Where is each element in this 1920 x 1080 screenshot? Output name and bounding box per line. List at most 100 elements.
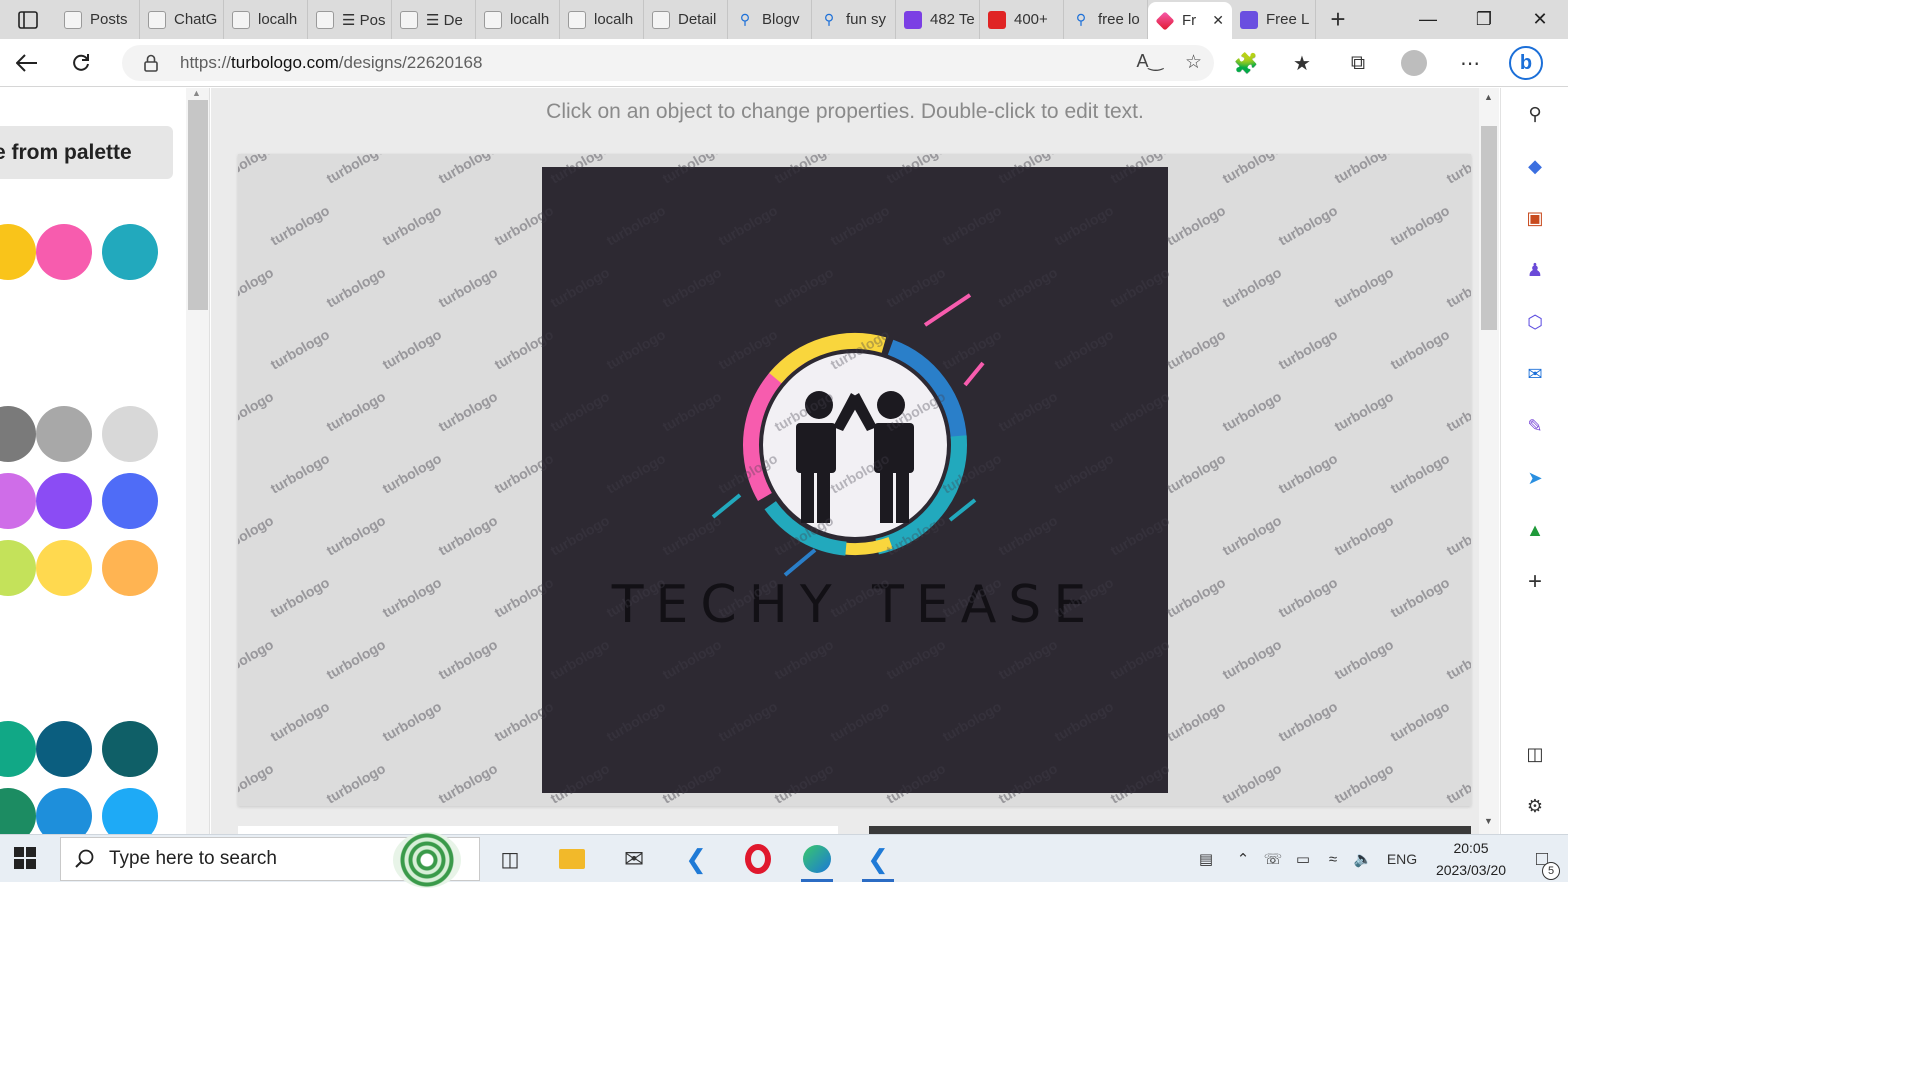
news-widget-icon[interactable]: ▤ <box>1184 850 1228 868</box>
close-window-button[interactable]: ✕ <box>1512 0 1568 39</box>
shopping-tag-icon[interactable]: ◆ <box>1521 152 1549 180</box>
choose-from-palette-button[interactable]: e from palette <box>0 126 173 179</box>
battery-icon[interactable]: ▭ <box>1288 850 1318 868</box>
logo-text[interactable]: TECHY TEASE <box>542 575 1168 635</box>
color-swatch[interactable] <box>36 788 92 834</box>
task-view-icon[interactable]: ◫ <box>484 839 536 879</box>
tab-5[interactable]: ☰ De <box>392 0 476 39</box>
favorites-icon[interactable]: ★ <box>1284 45 1320 81</box>
logo-emblem[interactable] <box>542 167 1168 793</box>
tab-1[interactable]: Posts <box>56 0 140 39</box>
tools-briefcase-icon[interactable]: ▣ <box>1521 204 1549 232</box>
tab-label: fun sy <box>846 11 887 28</box>
tab-10[interactable]: ⚲ fun sy <box>812 0 896 39</box>
close-tab-icon[interactable]: ✕ <box>1212 12 1224 29</box>
tab-11[interactable]: 482 Te <box>896 0 980 39</box>
language-indicator[interactable]: ENG <box>1378 851 1426 867</box>
sidebar-settings-icon[interactable]: ⚙ <box>1521 792 1549 820</box>
tab-15[interactable]: Free L <box>1232 0 1316 39</box>
volume-icon[interactable]: 🔈 <box>1348 850 1378 868</box>
vscode-active-icon[interactable]: ❮ <box>852 839 904 882</box>
next-preview-card-dark[interactable] <box>869 826 1471 834</box>
tab-4[interactable]: ☰ Pos <box>308 0 392 39</box>
left-panel-scrollbar[interactable]: ▲ <box>186 88 210 834</box>
notifications-icon[interactable]: □ 5 <box>1516 848 1568 880</box>
send-icon[interactable]: ➤ <box>1521 464 1549 492</box>
canvas-area[interactable]: turbologo turbologo turbologo turbologo turb… <box>238 154 1471 806</box>
clock[interactable]: 20:05 2023/03/20 <box>1426 837 1516 881</box>
scroll-up-icon[interactable]: ▲ <box>1484 92 1493 102</box>
scrollbar-thumb[interactable] <box>188 100 208 310</box>
color-swatch[interactable] <box>36 224 92 280</box>
network-icon[interactable]: ≈ <box>1318 851 1348 868</box>
bing-icon[interactable]: b <box>1508 45 1544 81</box>
show-hidden-icons[interactable]: ⌃ <box>1228 850 1258 868</box>
tree-icon[interactable]: ▲ <box>1521 516 1549 544</box>
url-field[interactable]: https://turbologo.com/designs/22620168 A… <box>122 45 1214 81</box>
sidebar-search-icon[interactable]: ⚲ <box>1521 100 1549 128</box>
color-swatch[interactable] <box>102 224 158 280</box>
minimize-button[interactable]: — <box>1400 0 1456 39</box>
next-preview-card[interactable] <box>238 826 838 834</box>
tab-9[interactable]: ⚲ Blogv <box>728 0 812 39</box>
color-swatch[interactable] <box>102 788 158 834</box>
taskbar-search-box[interactable]: Type here to search <box>60 832 480 888</box>
color-swatch[interactable] <box>36 721 92 777</box>
settings-more-icon[interactable]: ⋯ <box>1452 45 1488 81</box>
new-tab-button[interactable]: + <box>1316 0 1360 39</box>
edge-icon[interactable] <box>791 839 843 882</box>
search-icon: ⚲ <box>739 11 751 27</box>
add-favorite-icon[interactable]: ☆ <box>1185 51 1202 74</box>
back-button[interactable] <box>0 39 54 87</box>
outlook-icon[interactable]: ✉ <box>1521 360 1549 388</box>
tab-2[interactable]: ChatG <box>140 0 224 39</box>
read-aloud-icon[interactable]: A‿ <box>1136 51 1162 74</box>
vscode-icon[interactable]: ❮ <box>670 839 722 879</box>
collections-icon[interactable]: ⧉ <box>1340 45 1376 81</box>
restore-button[interactable]: ❐ <box>1456 0 1512 39</box>
color-swatch[interactable] <box>0 473 36 529</box>
color-swatch[interactable] <box>0 721 36 777</box>
image-creator-icon[interactable]: ✎ <box>1521 412 1549 440</box>
color-swatch[interactable] <box>102 406 158 462</box>
refresh-button[interactable] <box>54 39 108 87</box>
scroll-up-icon[interactable]: ▲ <box>192 88 201 98</box>
lock-icon[interactable] <box>122 54 180 72</box>
tab-14[interactable]: Fr ✕ <box>1148 2 1232 39</box>
watermark-text: turbologo <box>324 264 389 311</box>
color-swatch[interactable] <box>0 224 36 280</box>
tab-13[interactable]: ⚲ free lo <box>1064 0 1148 39</box>
scroll-down-icon[interactable]: ▼ <box>1484 816 1493 826</box>
tab-6[interactable]: localh <box>476 0 560 39</box>
color-swatch[interactable] <box>0 406 36 462</box>
file-explorer-icon[interactable] <box>546 839 598 879</box>
add-sidebar-app-icon[interactable]: + <box>1521 568 1549 596</box>
logo-design-canvas[interactable]: TECHY TEASE <box>542 167 1168 793</box>
tab-actions-button[interactable] <box>0 0 56 39</box>
color-swatch[interactable] <box>36 473 92 529</box>
color-swatch[interactable] <box>0 788 36 834</box>
microsoft365-icon[interactable]: ⬡ <box>1521 308 1549 336</box>
extensions-icon[interactable]: 🧩 <box>1228 45 1264 81</box>
tab-7[interactable]: localh <box>560 0 644 39</box>
color-swatch[interactable] <box>36 540 92 596</box>
tab-12[interactable]: 400+ <box>980 0 1064 39</box>
color-swatch[interactable] <box>36 406 92 462</box>
sidebar-toggle-icon[interactable]: ◫ <box>1521 740 1549 768</box>
color-swatch[interactable] <box>102 473 158 529</box>
tab-3[interactable]: localh <box>224 0 308 39</box>
scrollbar-thumb[interactable] <box>1481 126 1497 330</box>
mail-icon[interactable]: ✉ <box>608 839 660 879</box>
tab-8[interactable]: Detail <box>644 0 728 39</box>
profile-avatar[interactable] <box>1396 45 1432 81</box>
editor-scrollbar[interactable]: ▲ ▼ <box>1479 88 1499 834</box>
games-icon[interactable]: ♟ <box>1521 256 1549 284</box>
meet-now-icon[interactable]: ☏ <box>1258 850 1288 868</box>
opera-icon[interactable] <box>732 839 784 879</box>
start-button[interactable] <box>14 847 36 874</box>
color-swatch[interactable] <box>0 540 36 596</box>
color-swatch[interactable] <box>102 540 158 596</box>
color-swatch[interactable] <box>102 721 158 777</box>
watermark-text: turbologo <box>1276 698 1341 745</box>
watermark-text: turbologo <box>324 760 389 806</box>
